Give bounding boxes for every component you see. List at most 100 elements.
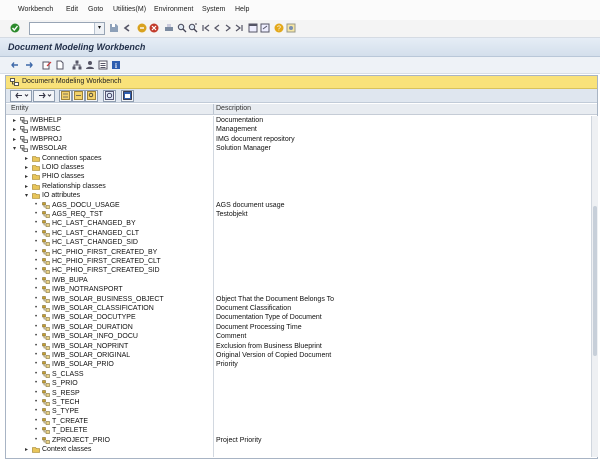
shortcut-icon[interactable] — [260, 23, 270, 33]
scrollbar-thumb[interactable] — [593, 206, 597, 356]
tree-row-folder[interactable]: ▾ IO attributes — [6, 191, 591, 200]
expand-node-icon[interactable]: ▸ — [25, 173, 28, 180]
person-settings-icon[interactable] — [85, 60, 95, 70]
tree-row-attribute[interactable]: • IWB_SOLAR_BUSINESS_OBJECT Object That th… — [6, 295, 591, 304]
tree-row-attribute[interactable]: • S_TECH — [6, 398, 591, 407]
expand-node-icon[interactable]: ▸ — [13, 136, 16, 143]
entity-name: PHIO classes — [42, 173, 85, 181]
refresh-button[interactable] — [103, 90, 116, 102]
tree-row-attribute[interactable]: • IWB_BUPA — [6, 276, 591, 285]
entity-description: Original Version of Copied Document — [216, 352, 332, 359]
back-icon[interactable] — [122, 23, 132, 33]
first-page-icon[interactable] — [201, 23, 211, 33]
column-divider[interactable] — [213, 104, 214, 114]
tree-row-attribute[interactable]: • HC_PHIO_FIRST_CREATED_CLT — [6, 257, 591, 266]
arrow-left-icon[interactable] — [10, 60, 20, 70]
expand-node-icon[interactable]: ▸ — [25, 155, 28, 162]
next-page-icon[interactable] — [223, 23, 233, 33]
list-view-icon[interactable] — [98, 60, 108, 70]
collapse-button[interactable] — [10, 90, 32, 102]
expand-node-icon[interactable]: ▸ — [25, 164, 28, 171]
new-session-icon[interactable] — [248, 23, 258, 33]
cancel-icon[interactable] — [149, 23, 159, 33]
tree-row-attribute[interactable]: • S_RESP — [6, 389, 591, 398]
exit-icon[interactable] — [137, 23, 147, 33]
menu-goto[interactable]: Goto — [88, 6, 103, 13]
tree-row-node[interactable]: ▸ IWBHELP Documentation — [6, 116, 591, 125]
tree-row-folder[interactable]: ▸ Relationship classes — [6, 182, 591, 191]
enter-check-icon[interactable] — [10, 23, 20, 33]
tree-row-attribute[interactable]: • IWB_SOLAR_DOCUTYPE Documentation Type of… — [6, 313, 591, 322]
tree-row-attribute[interactable]: • ZPROJECT_PRIO Project Priority — [6, 436, 591, 445]
tree-leaf-bullet-icon: • — [35, 286, 38, 293]
previous-page-icon[interactable] — [212, 23, 222, 33]
expand-node-icon[interactable]: ▸ — [13, 117, 16, 124]
entity-name: IWB_SOLAR_DURATION — [52, 323, 133, 331]
expand-node-icon[interactable]: ▸ — [25, 183, 28, 190]
tree-row-folder[interactable]: ▸ PHIO classes — [6, 172, 591, 181]
tree-row-attribute[interactable]: • HC_LAST_CHANGED_SID — [6, 238, 591, 247]
save-icon[interactable] — [109, 23, 119, 33]
tree-row-attribute[interactable]: • IWB_SOLAR_CLASSIFICATION Document Classi… — [6, 304, 591, 313]
vertical-scrollbar[interactable] — [591, 116, 598, 457]
menu-utilities[interactable]: Utilities(M) — [113, 6, 146, 13]
last-page-icon[interactable] — [234, 23, 244, 33]
layout-menu-icon[interactable] — [286, 23, 296, 33]
tree-row-node[interactable]: ▸ IWBMISC Management — [6, 125, 591, 134]
attribute-icon — [42, 239, 50, 246]
tree-row-attribute[interactable]: • AGS_DOCU_USAGE AGS document usage — [6, 201, 591, 210]
menu-edit[interactable]: Edit — [66, 6, 78, 13]
arrow-right-icon[interactable] — [24, 60, 34, 70]
menu-help[interactable]: Help — [235, 6, 249, 13]
create-icon[interactable] — [55, 60, 65, 70]
collapse-all-icon — [74, 91, 83, 100]
entity-description: AGS document usage — [216, 201, 285, 209]
help-icon[interactable]: ? — [274, 23, 284, 33]
menu-workbench[interactable]: Workbench — [18, 6, 53, 13]
tree-row-attribute[interactable]: • IWB_SOLAR_INFO_DOCU Comment — [6, 332, 591, 341]
info-icon[interactable]: i — [111, 60, 121, 70]
tree-row-attribute[interactable]: • S_CLASS — [6, 370, 591, 379]
collapse-subtree-button[interactable] — [72, 90, 85, 102]
column-description-header[interactable]: Description — [216, 105, 251, 112]
tree-row-attribute[interactable]: • S_TYPE — [6, 407, 591, 416]
tree-row-attribute[interactable]: • IWB_NOTRANSPORT — [6, 285, 591, 294]
expand-node-icon[interactable]: ▸ — [13, 126, 16, 133]
tree-row-attribute[interactable]: • HC_LAST_CHANGED_CLT — [6, 229, 591, 238]
tree-row-attribute[interactable]: • T_DELETE — [6, 426, 591, 435]
menu-environment[interactable]: Environment — [154, 6, 193, 13]
expand-node-icon[interactable]: ▸ — [25, 446, 28, 453]
find-next-icon[interactable] — [188, 23, 198, 33]
tree-row-folder[interactable]: ▸ LOIO classes — [6, 163, 591, 172]
tree-row-node[interactable]: ▾ IWBSOLAR Solution Manager — [6, 144, 591, 153]
detail-view-button[interactable] — [121, 90, 134, 102]
find-in-tree-button[interactable] — [85, 90, 98, 102]
display-change-icon[interactable] — [42, 60, 52, 70]
tree-row-attribute[interactable]: • HC_LAST_CHANGED_BY — [6, 219, 591, 228]
menu-system[interactable]: System — [202, 6, 225, 13]
svg-text:i: i — [115, 62, 117, 70]
tree-row-attribute[interactable]: • AGS_REQ_TST Testobjekt — [6, 210, 591, 219]
tree-row-attribute[interactable]: • IWB_SOLAR_NOPRINT Exclusion from Busines… — [6, 342, 591, 351]
find-icon[interactable] — [177, 23, 187, 33]
tree-row-attribute[interactable]: • T_CREATE — [6, 417, 591, 426]
title-bar: Document Modeling Workbench — [0, 38, 600, 57]
collapse-node-icon[interactable]: ▾ — [25, 192, 28, 199]
tree-row-attribute[interactable]: • S_PRIO — [6, 379, 591, 388]
expand-subtree-button[interactable] — [59, 90, 72, 102]
tree-row-attribute[interactable]: • HC_PHIO_FIRST_CREATED_BY — [6, 248, 591, 257]
command-field[interactable]: ▾ — [29, 22, 105, 35]
column-entity-header[interactable]: Entity — [11, 105, 29, 112]
tree-row-attribute[interactable]: • IWB_SOLAR_PRIO Priority — [6, 360, 591, 369]
command-field-dropdown-icon[interactable]: ▾ — [94, 23, 104, 34]
tree-row-attribute[interactable]: • HC_PHIO_FIRST_CREATED_SID — [6, 266, 591, 275]
tree-row-attribute[interactable]: • IWB_SOLAR_ORIGINAL Original Version of C… — [6, 351, 591, 360]
collapse-node-icon[interactable]: ▾ — [13, 145, 16, 152]
tree-row-node[interactable]: ▸ IWBPROJ IMG document repository — [6, 135, 591, 144]
hierarchy-icon[interactable] — [72, 60, 82, 70]
tree-row-folder[interactable]: ▸ Context classes — [6, 445, 591, 454]
tree-row-folder[interactable]: ▸ Connection spaces — [6, 154, 591, 163]
tree-row-attribute[interactable]: • IWB_SOLAR_DURATION Document Processing T… — [6, 323, 591, 332]
expand-button[interactable] — [33, 90, 55, 102]
print-icon[interactable] — [164, 23, 174, 33]
